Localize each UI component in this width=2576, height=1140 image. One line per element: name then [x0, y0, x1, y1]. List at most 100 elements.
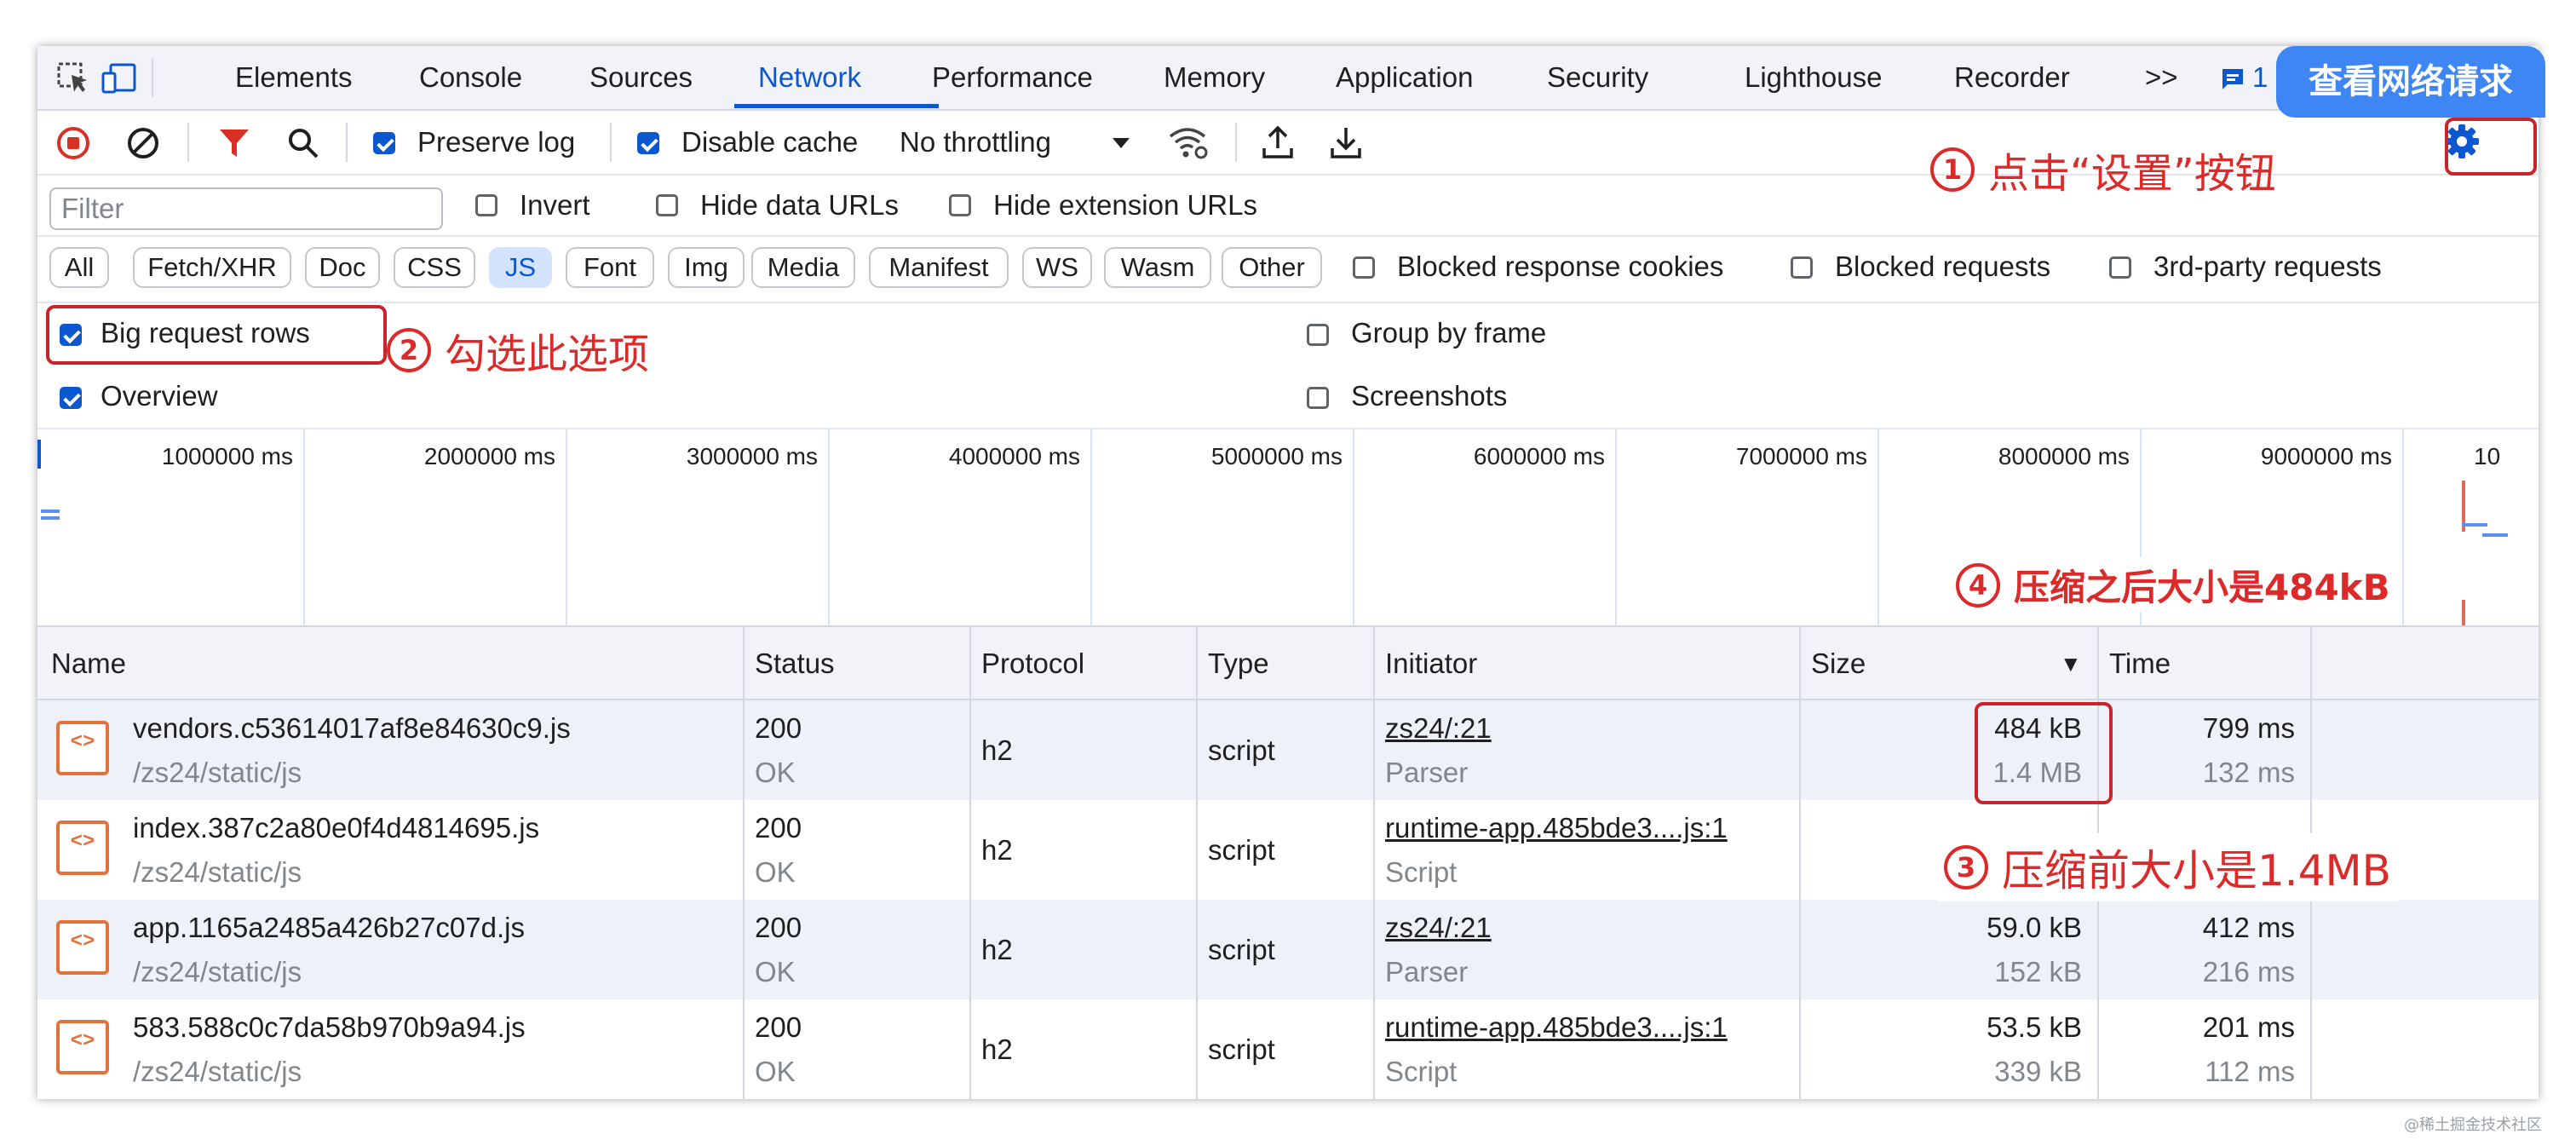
filter-input[interactable]	[51, 189, 441, 228]
request-protocol: h2	[981, 934, 1013, 965]
request-resource-size: 152 kB	[1994, 956, 2082, 987]
blocked-requests-label: Blocked requests	[1835, 250, 2051, 282]
view-network-requests-callout: 查看网络请求	[2276, 46, 2545, 118]
timeline-tick: 1000000 ms	[161, 443, 293, 469]
blocked-response-cookies-checkbox[interactable]	[1353, 256, 1375, 279]
type-filter-manifest[interactable]: Manifest	[869, 247, 1009, 288]
timeline-tick: 8000000 ms	[1998, 443, 2130, 469]
inspect-element-icon[interactable]	[56, 61, 90, 100]
column-header-type[interactable]: Type	[1208, 648, 1269, 680]
annotation-step3: 3 压缩前大小是1.4MB	[1937, 833, 2398, 901]
type-filter-css[interactable]: CSS	[394, 247, 475, 288]
timeline-tick: 10	[2474, 443, 2501, 469]
request-path: /zs24/static/js	[133, 1056, 302, 1087]
export-har-icon[interactable]	[1329, 124, 1363, 164]
overview-checkbox[interactable]	[60, 387, 82, 409]
column-header-size[interactable]: Size	[1811, 648, 1866, 680]
column-header-name[interactable]: Name	[51, 648, 126, 680]
stop-recording-icon[interactable]	[56, 126, 90, 164]
timeline-request-bar	[41, 516, 60, 520]
invert-checkbox[interactable]	[475, 194, 497, 216]
column-header-protocol[interactable]: Protocol	[981, 648, 1084, 680]
preserve-log-label: Preserve log	[417, 126, 576, 158]
chevron-down-icon[interactable]	[1111, 136, 1131, 154]
hide-data-urls-checkbox[interactable]	[656, 194, 678, 216]
timeline-tick: 6000000 ms	[1473, 443, 1605, 469]
request-initiator-link[interactable]: runtime-app.485bde3....js:1	[1385, 1011, 1728, 1044]
type-filter-wasm[interactable]: Wasm	[1104, 247, 1211, 288]
request-latency: 112 ms	[2205, 1056, 2295, 1087]
blocked-response-cookies-label: Blocked response cookies	[1397, 250, 1724, 282]
column-header-initiator[interactable]: Initiator	[1385, 648, 1477, 680]
table-row[interactable]: 583.588c0c7da58b970b9a94.js /zs24/static…	[37, 999, 2539, 1099]
type-filter-doc[interactable]: Doc	[305, 247, 380, 288]
request-protocol: h2	[981, 1033, 1013, 1065]
filter-icon[interactable]	[218, 126, 250, 164]
third-party-requests-checkbox[interactable]	[2109, 256, 2131, 279]
device-toolbar-icon[interactable]	[101, 61, 138, 100]
devtools-tab-bar: Elements Console Sources Network Perform…	[37, 46, 2539, 111]
network-conditions-icon[interactable]	[1167, 124, 1210, 166]
import-har-icon[interactable]	[1261, 124, 1295, 164]
request-initiator-type: Script	[1385, 1056, 1458, 1087]
tab-application[interactable]: Application	[1336, 61, 1473, 94]
timeline-tick: 4000000 ms	[948, 443, 1080, 469]
preserve-log-checkbox[interactable]	[373, 132, 395, 154]
type-filter-media[interactable]: Media	[751, 247, 855, 288]
script-file-icon	[56, 920, 109, 975]
request-path: /zs24/static/js	[133, 757, 302, 788]
request-status: 200	[755, 812, 802, 843]
type-filter-other[interactable]: Other	[1222, 247, 1322, 288]
table-row[interactable]: vendors.c53614017af8e84630c9.js /zs24/st…	[37, 700, 2539, 800]
type-filter-ws[interactable]: WS	[1022, 247, 1092, 288]
clear-icon[interactable]	[126, 126, 160, 164]
search-icon[interactable]	[286, 126, 320, 164]
tab-recorder[interactable]: Recorder	[1954, 61, 2070, 94]
invert-label: Invert	[520, 189, 590, 221]
tab-lighthouse[interactable]: Lighthouse	[1745, 61, 1882, 94]
blocked-requests-checkbox[interactable]	[1791, 256, 1813, 279]
tab-console[interactable]: Console	[419, 61, 522, 94]
request-name: app.1165a2485a426b27c07d.js	[133, 912, 525, 943]
more-tabs-button[interactable]: >>	[2145, 61, 2178, 94]
tab-network[interactable]: Network	[758, 61, 861, 94]
issues-icon[interactable]	[2220, 66, 2245, 96]
timeline-request-bar	[2482, 533, 2508, 537]
timeline-left-handle[interactable]	[37, 440, 41, 469]
column-header-time[interactable]: Time	[2109, 648, 2171, 680]
table-row[interactable]: app.1165a2485a426b27c07d.js /zs24/static…	[37, 900, 2539, 999]
hide-extension-urls-checkbox[interactable]	[949, 194, 971, 216]
highlight-big-request-rows-box	[46, 305, 387, 365]
issues-count[interactable]: 1	[2252, 61, 2268, 94]
tab-elements[interactable]: Elements	[235, 61, 353, 94]
request-type: script	[1208, 1033, 1275, 1065]
request-initiator-link[interactable]: zs24/:21	[1385, 712, 1492, 745]
type-filter-fetch-xhr[interactable]: Fetch/XHR	[133, 247, 291, 288]
type-filter-all[interactable]: All	[49, 247, 109, 288]
request-status: 200	[755, 712, 802, 744]
tab-memory[interactable]: Memory	[1164, 61, 1265, 94]
request-type: script	[1208, 834, 1275, 866]
hide-data-urls-label: Hide data URLs	[700, 189, 899, 221]
hide-extension-urls-label: Hide extension URLs	[993, 189, 1257, 221]
type-filter-img[interactable]: Img	[668, 247, 745, 288]
disable-cache-checkbox[interactable]	[637, 132, 659, 154]
third-party-requests-label: 3rd-party requests	[2153, 250, 2382, 282]
request-initiator-link[interactable]: runtime-app.485bde3....js:1	[1385, 812, 1728, 844]
type-filter-font[interactable]: Font	[566, 247, 654, 288]
type-filter-js[interactable]: JS	[489, 247, 552, 288]
tab-sources[interactable]: Sources	[589, 61, 693, 94]
filter-input-box[interactable]	[49, 187, 443, 230]
tab-performance[interactable]: Performance	[932, 61, 1093, 94]
throttling-select[interactable]: No throttling	[900, 126, 1051, 158]
request-status-text: OK	[755, 856, 796, 888]
tab-security[interactable]: Security	[1547, 61, 1648, 94]
timeline-tick: 2000000 ms	[423, 443, 555, 469]
request-time: 799 ms	[2202, 712, 2295, 744]
devtools-window: Elements Console Sources Network Perform…	[37, 46, 2539, 1099]
screenshots-checkbox[interactable]	[1307, 387, 1329, 409]
column-header-status[interactable]: Status	[755, 648, 835, 680]
request-size: 53.5 kB	[1987, 1011, 2082, 1043]
group-by-frame-checkbox[interactable]	[1307, 324, 1329, 346]
request-initiator-link[interactable]: zs24/:21	[1385, 912, 1492, 944]
